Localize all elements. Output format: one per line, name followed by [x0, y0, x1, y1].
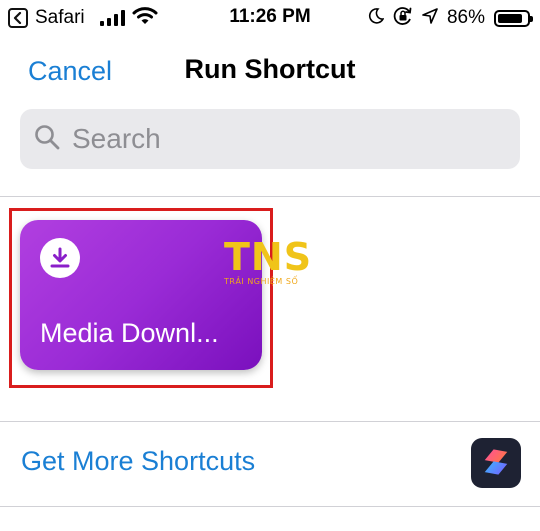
divider: [0, 506, 540, 507]
divider: [0, 196, 540, 197]
shortcut-label: Media Downl...: [40, 318, 219, 348]
download-icon: [40, 238, 80, 278]
search-icon: [34, 124, 60, 155]
moon-icon: [368, 7, 385, 29]
battery-level-fill: [498, 13, 523, 23]
nav-bar: Cancel Run Shortcut: [0, 44, 540, 100]
shortcuts-app-icon[interactable]: [471, 438, 521, 488]
get-more-shortcuts-link[interactable]: Get More Shortcuts: [21, 446, 255, 477]
battery-icon: [494, 9, 533, 27]
watermark-logo: TNS TRẢI NGHIỆM SỐ: [224, 238, 319, 293]
page-title: Run Shortcut: [184, 54, 356, 84]
status-bar: Safari 11:26 PM 86%: [0, 0, 540, 36]
search-input[interactable]: [70, 122, 494, 156]
orientation-lock-icon: [393, 6, 413, 31]
divider: [0, 421, 540, 422]
search-bar[interactable]: [20, 109, 520, 169]
watermark-main-text: TNS: [224, 235, 313, 279]
location-arrow-icon: [422, 7, 438, 29]
battery-percent: 86%: [446, 7, 485, 28]
